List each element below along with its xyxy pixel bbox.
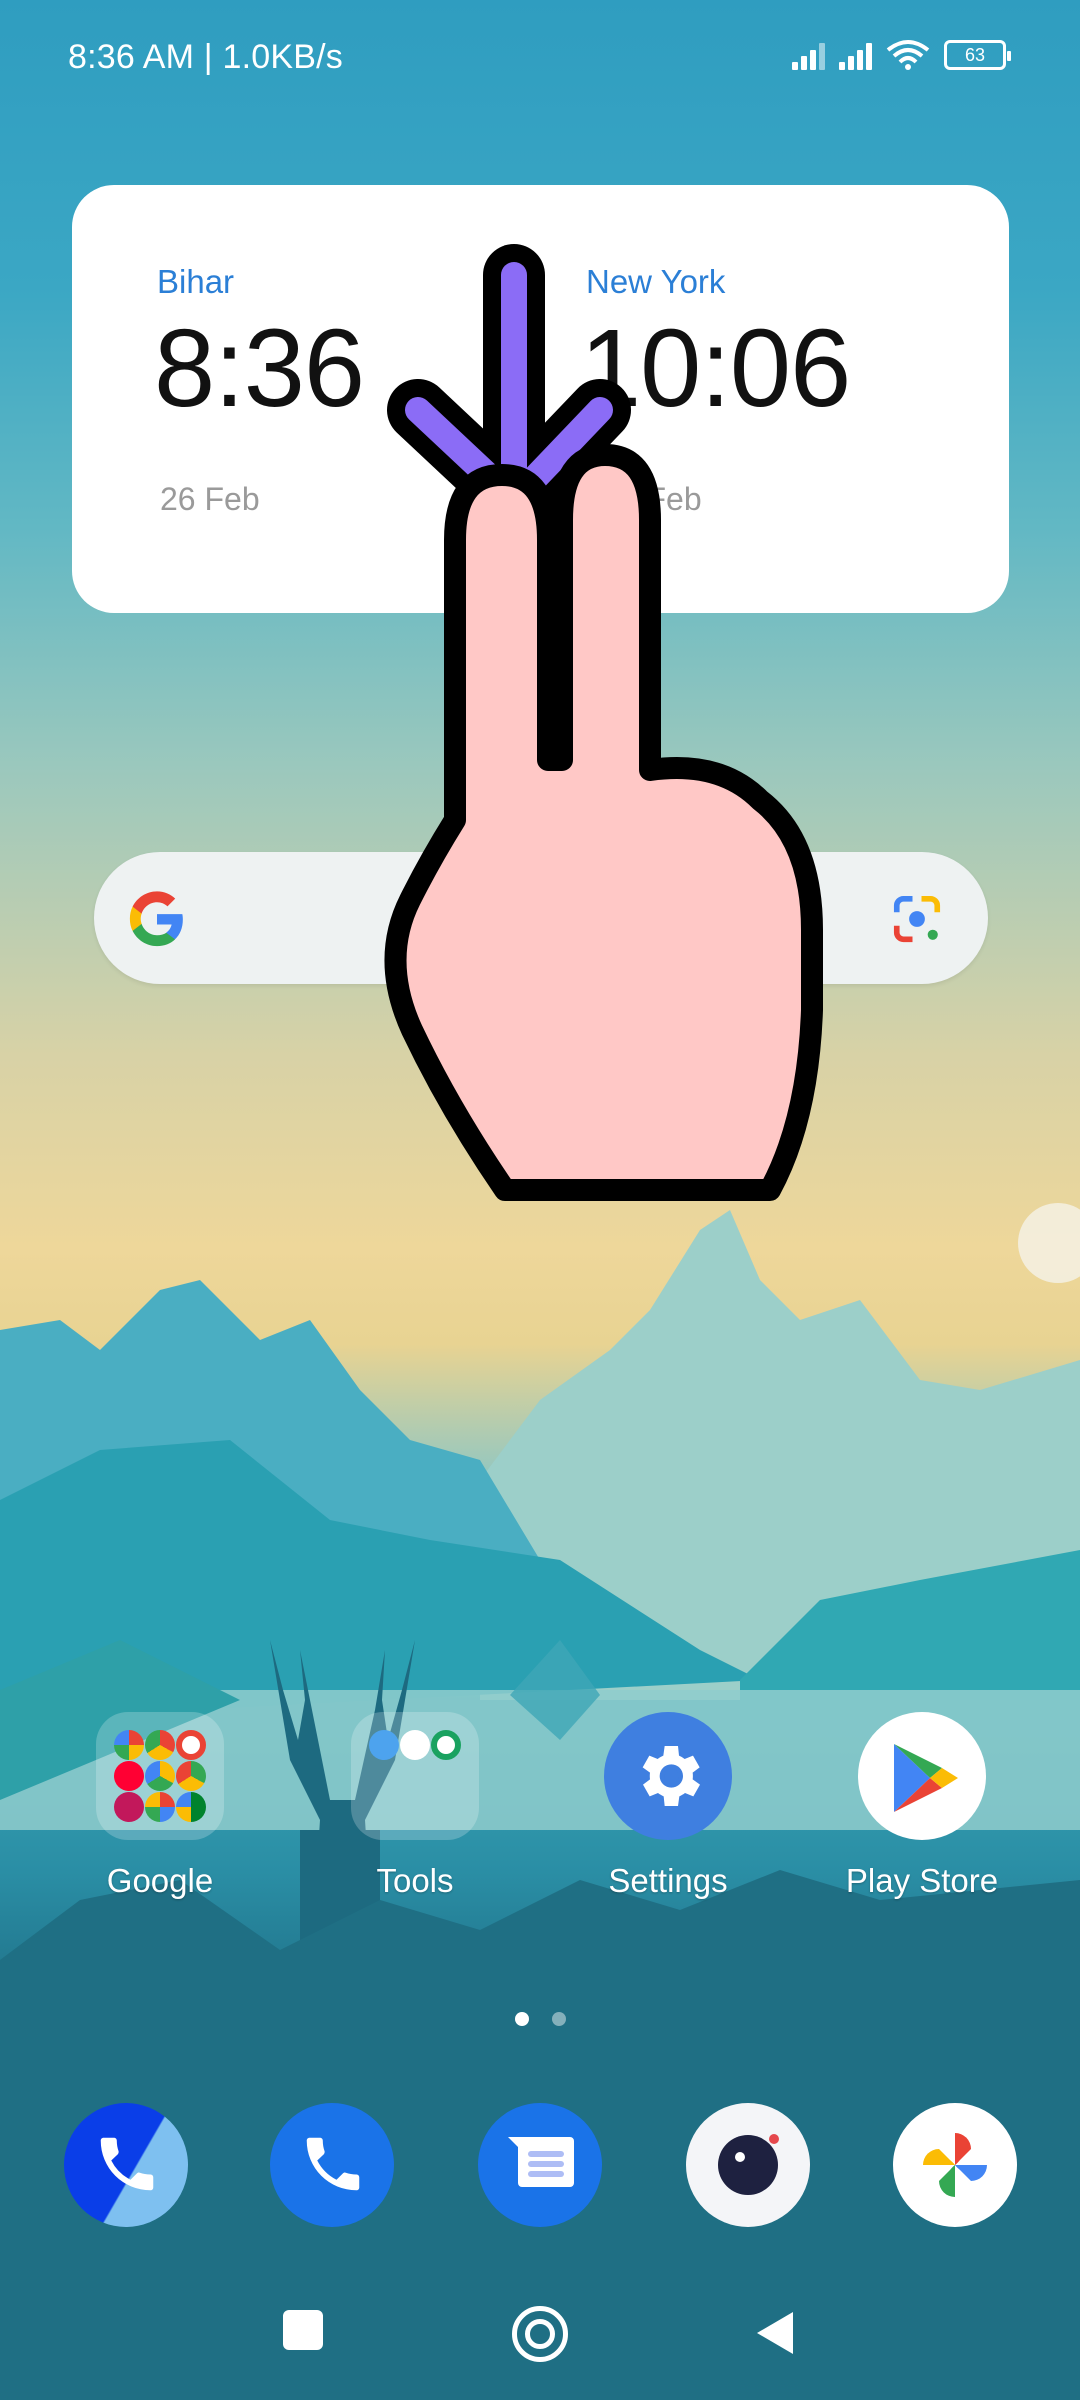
tool-mini-icon-2	[400, 1730, 430, 1760]
app-play-store[interactable]: Play Store	[822, 1712, 1022, 1900]
clock-date-2: 26 Feb	[602, 481, 702, 517]
meet-mini-icon	[176, 1792, 206, 1822]
dock-photos[interactable]	[893, 2103, 1017, 2227]
tool-mini-icon-3	[431, 1730, 461, 1760]
page-dot[interactable]	[552, 2012, 566, 2026]
truecaller-phone-icon	[100, 2137, 154, 2191]
app-label: Google	[106, 1862, 214, 1899]
play-movies-mini-icon	[114, 1792, 144, 1822]
dock-truecaller[interactable]	[64, 2103, 188, 2227]
page-dot-active	[515, 2012, 529, 2026]
google-search-bar[interactable]	[94, 852, 988, 984]
home-button[interactable]	[512, 2306, 568, 2362]
status-time-speed: 8:36 AM | 1.0KB/s	[68, 38, 343, 76]
app-google-folder[interactable]: Google	[60, 1712, 260, 1900]
tool-mini-icon-1	[369, 1730, 399, 1760]
drive-mini-icon	[145, 1761, 175, 1791]
recents-button[interactable]	[283, 2310, 323, 2350]
clock-city-1: Bihar	[157, 263, 235, 300]
photos-pinwheel-icon	[923, 2133, 987, 2197]
clock-time-1: 8:36	[154, 307, 365, 430]
clock-date-1: 26 Feb	[160, 481, 260, 517]
signal-sim2-icon	[839, 40, 872, 70]
battery-level: 63	[964, 44, 986, 65]
app-settings[interactable]: Settings	[568, 1712, 768, 1900]
dock-camera[interactable]	[686, 2103, 810, 2227]
camera-icon	[718, 2134, 779, 2195]
wifi-icon	[886, 40, 930, 70]
google-mini-icon	[114, 1730, 144, 1760]
clock-city-2: New York	[586, 263, 726, 300]
app-label: Play Store	[845, 1862, 999, 1899]
app-label: Tools	[376, 1862, 454, 1899]
tools-folder-icon	[351, 1712, 479, 1840]
wallpaper-sun	[1018, 1203, 1080, 1283]
maps-mini-icon	[176, 1761, 206, 1791]
status-icons: 63	[792, 38, 1011, 72]
clock-time-2: 10:06	[580, 307, 851, 430]
back-button[interactable]	[755, 2310, 795, 2356]
dual-clock-widget[interactable]: Bihar 8:36 26 Feb New York 10:06 26 Feb	[72, 185, 1009, 613]
home-inner-circle	[525, 2319, 555, 2349]
google-g-icon	[129, 891, 183, 947]
gmail-mini-icon	[176, 1730, 206, 1760]
app-label: Settings	[608, 1862, 728, 1899]
play-store-icon	[858, 1712, 986, 1840]
google-folder-icon	[96, 1712, 224, 1840]
signal-sim1-icon	[792, 40, 825, 70]
google-lens-icon[interactable]	[890, 892, 944, 946]
phone-icon	[306, 2137, 360, 2191]
dock-messages[interactable]	[478, 2103, 602, 2227]
photos-mini-icon	[145, 1792, 175, 1822]
settings-gear-icon	[604, 1712, 732, 1840]
youtube-mini-icon	[114, 1761, 144, 1791]
dock-phone[interactable]	[270, 2103, 394, 2227]
app-tools-folder[interactable]: Tools	[315, 1712, 515, 1900]
battery-icon: 63	[944, 40, 1011, 70]
messages-icon	[508, 2137, 574, 2187]
chrome-mini-icon	[145, 1730, 175, 1760]
